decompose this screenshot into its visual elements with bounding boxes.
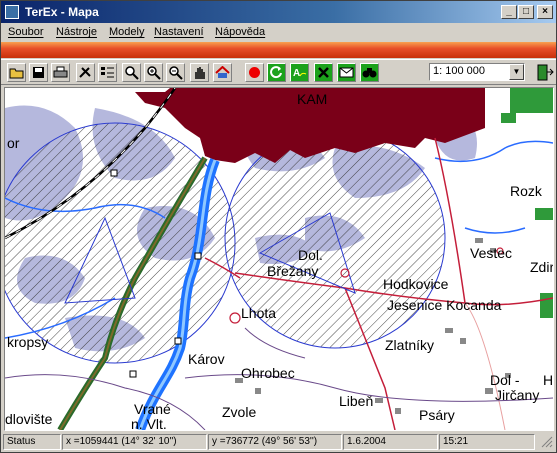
label-rozk: Rozk <box>510 183 543 199</box>
map-canvas[interactable]: KAM or Dol. Břežany Hodkovice Vestec Zdi… <box>5 88 553 430</box>
print-icon[interactable] <box>51 63 70 82</box>
resize-grip-icon[interactable] <box>536 434 554 450</box>
menu-bar: Soubor Nástroje Modely Nastavení Nápověd… <box>1 23 556 41</box>
label-zvole: Zvole <box>222 404 256 420</box>
label-jesenice: Jesenice Kocanda <box>387 297 502 313</box>
label-zlatniky: Zlatníky <box>385 337 434 353</box>
text-edit-icon[interactable]: A <box>290 63 309 82</box>
scale-select[interactable]: 1: 100 000 ▼ <box>429 63 525 81</box>
zoom-in-icon[interactable] <box>144 63 163 82</box>
map-view[interactable]: KAM or Dol. Břežany Hodkovice Vestec Zdi… <box>4 87 554 431</box>
app-window: TerEx - Mapa _ □ × Soubor Nástroje Model… <box>0 0 557 453</box>
label-lhota: Lhota <box>241 305 276 321</box>
label-zdir: Zdir <box>530 259 553 275</box>
label-dlovište: dlovište <box>5 411 53 427</box>
banner-strip <box>1 42 556 58</box>
label-hodkovice: Hodkovice <box>383 276 449 292</box>
label-vltavou: n. Vlt. <box>131 416 167 430</box>
layers-icon[interactable] <box>98 63 117 82</box>
close-button[interactable]: × <box>537 5 553 19</box>
label-vestec: Vestec <box>470 245 512 261</box>
binoculars-icon[interactable] <box>360 63 379 82</box>
label-h: H <box>543 372 553 388</box>
scale-value: 1: 100 000 <box>433 65 485 77</box>
chevron-down-icon[interactable]: ▼ <box>509 64 524 80</box>
cancel-icon[interactable] <box>314 63 333 82</box>
label-kam: KAM <box>297 91 327 107</box>
exit-door-icon[interactable] <box>535 63 554 82</box>
open-icon[interactable] <box>7 63 26 82</box>
status-label: Status <box>3 434 61 450</box>
zoom-out-icon[interactable] <box>166 63 185 82</box>
title-bar[interactable]: TerEx - Mapa _ □ × <box>1 1 556 23</box>
status-y-coordinate: y =736772 (49° 56' 53'') <box>208 434 342 450</box>
zoom-icon[interactable] <box>122 63 141 82</box>
label-kropsy: kropsy <box>7 334 48 350</box>
label-liben: Libeň <box>339 393 373 409</box>
minimize-button[interactable]: _ <box>501 5 517 19</box>
menu-soubor[interactable]: Soubor <box>8 26 43 38</box>
mail-icon[interactable] <box>337 63 356 82</box>
label-ohrobec: Ohrobec <box>241 365 295 381</box>
menu-nastaveni[interactable]: Nastavení <box>154 26 204 38</box>
app-icon <box>5 5 19 19</box>
status-date: 1.6.2004 <box>343 434 438 450</box>
status-time: 15:21 <box>439 434 535 450</box>
status-x-coordinate: x =1059441 (14° 32' 10'') <box>62 434 207 450</box>
label-dol-jircany-1: Dol - <box>490 372 520 388</box>
label-dol-jircany-2: Jirčany <box>495 387 539 403</box>
label-dol-1: Dol. <box>298 247 323 263</box>
label-or: or <box>7 135 20 151</box>
record-icon[interactable] <box>245 63 264 82</box>
svg-text:A: A <box>293 68 300 79</box>
label-psary: Psáry <box>419 407 455 423</box>
menu-nastroje[interactable]: Nástroje <box>56 26 97 38</box>
menu-modely[interactable]: Modely <box>109 26 144 38</box>
maximize-button[interactable]: □ <box>518 5 534 19</box>
menu-napoveda[interactable]: Nápověda <box>215 26 265 38</box>
window-title: TerEx - Mapa <box>25 5 99 19</box>
status-bar: Status x =1059441 (14° 32' 10'') y =7367… <box>1 432 556 452</box>
label-karov: Károv <box>188 351 225 367</box>
pan-hand-icon[interactable] <box>190 63 209 82</box>
label-brezany: Břežany <box>267 263 318 279</box>
refresh-icon[interactable] <box>267 63 286 82</box>
home-icon[interactable] <box>213 63 232 82</box>
save-icon[interactable] <box>29 63 48 82</box>
tools-icon[interactable] <box>76 63 95 82</box>
label-vrane: Vrané <box>134 401 171 417</box>
toolbar: A 1: 100 000 ▼ <box>1 59 556 85</box>
